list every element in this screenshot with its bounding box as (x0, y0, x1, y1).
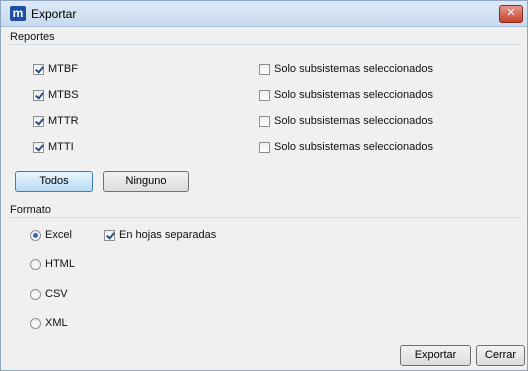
window-title: Exportar (31, 7, 77, 21)
mtti-subsystems-checkbox[interactable]: Solo subsistemas seleccionados (259, 141, 433, 153)
format-label: HTML (45, 258, 75, 270)
format-html-radio[interactable]: HTML (30, 258, 75, 270)
mtbs-subsystems-checkbox[interactable]: Solo subsistemas seleccionados (259, 89, 433, 101)
subsystems-label: Solo subsistemas seleccionados (274, 89, 433, 101)
format-label: CSV (45, 288, 68, 300)
format-label: XML (45, 317, 68, 329)
report-label: MTBS (48, 89, 79, 101)
mtbf-subsystems-checkbox[interactable]: Solo subsistemas seleccionados (259, 63, 433, 75)
format-csv-radio[interactable]: CSV (30, 288, 68, 300)
report-mttr-checkbox[interactable]: MTTR (33, 115, 79, 127)
radio-circle (30, 317, 41, 329)
close-window-button[interactable]: ✕ (499, 5, 523, 23)
checkbox-box (259, 115, 270, 127)
report-mtti-checkbox[interactable]: MTTI (33, 141, 74, 153)
format-excel-radio[interactable]: Excel (30, 229, 72, 241)
subsystems-label: Solo subsistemas seleccionados (274, 63, 433, 75)
reportes-group: Reportes MTBF Solo subsistemas seleccion… (7, 31, 521, 201)
formato-group-label: Formato (10, 204, 51, 216)
export-button[interactable]: Exportar (400, 345, 471, 366)
report-label: MTBF (48, 63, 78, 75)
format-label: Excel (45, 229, 72, 241)
checkbox-box (33, 89, 44, 101)
checkbox-box (33, 141, 44, 153)
select-none-button[interactable]: Ninguno (103, 171, 189, 192)
report-label: MTTR (48, 115, 79, 127)
export-dialog: m Exportar ✕ Reportes MTBF Solo subsiste… (0, 0, 528, 371)
separate-sheets-label: En hojas separadas (119, 229, 217, 241)
separate-sheets-checkbox[interactable]: En hojas separadas (104, 229, 216, 241)
report-mtbf-checkbox[interactable]: MTBF (33, 63, 78, 75)
radio-circle (30, 288, 41, 300)
reportes-group-label: Reportes (10, 31, 55, 43)
formato-group: Formato Excel En hojas separadas HTML CS… (7, 204, 521, 334)
checkbox-box (104, 229, 115, 241)
radio-circle (30, 258, 41, 270)
report-label: MTTI (48, 141, 74, 153)
formato-divider (9, 217, 521, 218)
checkbox-box (259, 63, 270, 75)
checkbox-box (259, 89, 270, 101)
reportes-divider (9, 44, 521, 45)
subsystems-label: Solo subsistemas seleccionados (274, 115, 433, 127)
checkbox-box (259, 141, 270, 153)
radio-circle (30, 229, 41, 241)
format-xml-radio[interactable]: XML (30, 317, 68, 329)
title-bar[interactable]: m Exportar ✕ (1, 1, 527, 27)
report-mtbs-checkbox[interactable]: MTBS (33, 89, 79, 101)
checkbox-box (33, 115, 44, 127)
subsystems-label: Solo subsistemas seleccionados (274, 141, 433, 153)
checkbox-box (33, 63, 44, 75)
app-logo-icon: m (10, 6, 26, 21)
mttr-subsystems-checkbox[interactable]: Solo subsistemas seleccionados (259, 115, 433, 127)
select-all-button[interactable]: Todos (15, 171, 93, 192)
close-button[interactable]: Cerrar (476, 345, 525, 366)
